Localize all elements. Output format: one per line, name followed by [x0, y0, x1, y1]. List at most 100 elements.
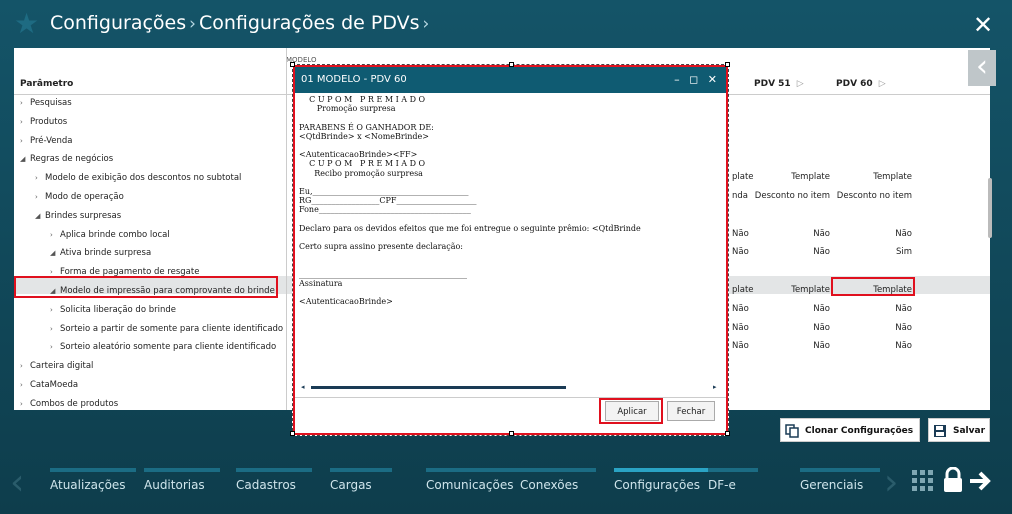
cell-value-pdv51[interactable]: Não: [744, 229, 830, 239]
cell-value-pdv60[interactable]: Desconto no item: [828, 191, 912, 201]
expand-toggle-icon[interactable]: ›: [50, 301, 60, 319]
tree-item[interactable]: › CataMoeda: [14, 376, 286, 394]
expand-toggle-icon[interactable]: ◢: [35, 207, 45, 225]
tab-atualizações[interactable]: Atualizações: [50, 468, 136, 498]
tree-item[interactable]: ◢ Brindes surpresas: [14, 207, 286, 225]
tree-item[interactable]: › Sorteio a partir de somente para client…: [14, 320, 286, 338]
tab-label: Cadastros: [236, 478, 296, 492]
parameter-tree: › Pesquisas › Produtos › Pré-Venda ◢ Regras de …: [14, 94, 286, 408]
star-icon[interactable]: ★: [14, 9, 44, 39]
tab-label: Comunicações: [426, 478, 514, 492]
cell-value-pdv60[interactable]: Sim: [828, 247, 912, 257]
breadcrumb-item-pdvs[interactable]: Configurações de PDVs: [199, 12, 420, 34]
tab-indicator: [50, 468, 136, 472]
tab-label: Conexões: [520, 478, 579, 492]
grid-icon[interactable]: [912, 470, 934, 495]
breadcrumb-item-configuracoes[interactable]: Configurações: [50, 12, 186, 34]
tree-item[interactable]: ◢ Regras de negócios: [14, 150, 286, 168]
column-divider: [286, 48, 287, 410]
resize-handle[interactable]: [290, 62, 295, 67]
tab-cadastros[interactable]: Cadastros: [236, 468, 312, 498]
expand-toggle-icon[interactable]: ◢: [50, 244, 60, 262]
breadcrumb-separator: ›: [422, 14, 430, 34]
tree-item[interactable]: › Solicita liberação do brinde: [14, 301, 286, 319]
resize-handle[interactable]: [290, 431, 295, 436]
expand-toggle-icon[interactable]: ›: [20, 113, 30, 131]
vertical-scrollbar[interactable]: [988, 178, 992, 238]
arrow-right-icon[interactable]: [968, 470, 994, 495]
cell-value-pdv60[interactable]: Template: [828, 172, 912, 182]
app-window: ★ Configurações › Configurações de PDVs › ✕…: [0, 0, 1012, 514]
cell-value-pdv60[interactable]: Não: [828, 323, 912, 333]
tree-item[interactable]: › Sorteio aleatório somente para cliente …: [14, 338, 286, 356]
tree-item[interactable]: ◢ Ativa brinde surpresa: [14, 244, 286, 262]
tree-item-label: Pré-Venda: [30, 135, 73, 146]
back-arrow-icon[interactable]: ‹: [968, 50, 996, 86]
tab-df-e[interactable]: DF-e: [708, 468, 758, 498]
tree-item[interactable]: › Modelo de exibição dos descontos no sub…: [14, 169, 286, 187]
column-expand-icon[interactable]: ▷: [797, 79, 804, 89]
cell-value-pdv60[interactable]: Não: [828, 229, 912, 239]
tab-indicator: [236, 468, 312, 472]
tree-item-label: CataMoeda: [30, 380, 79, 390]
expand-toggle-icon[interactable]: ›: [50, 338, 60, 356]
clone-configs-button[interactable]: Clonar Configurações: [780, 418, 920, 442]
tree-item[interactable]: › Produtos: [14, 113, 286, 131]
expand-toggle-icon[interactable]: ›: [20, 94, 30, 112]
tab-label: Atualizações: [50, 478, 126, 492]
cell-value-pdv51[interactable]: Template: [744, 285, 830, 295]
resize-handle[interactable]: [725, 431, 730, 436]
cell-value-pdv51[interactable]: Desconto no item: [744, 191, 830, 201]
highlight-box-value: [831, 277, 915, 296]
tab-auditorias[interactable]: Auditorias: [144, 468, 220, 498]
cell-value-pdv51[interactable]: Não: [744, 247, 830, 257]
highlight-box-apply: [599, 398, 663, 424]
tree-item[interactable]: › Pesquisas: [14, 94, 286, 112]
cell-value-pdv51[interactable]: Não: [744, 323, 830, 333]
tree-item-label: Regras de negócios: [30, 154, 114, 165]
tab-indicator: [426, 468, 526, 472]
tree-item[interactable]: › Aplica brinde combo local: [14, 226, 286, 244]
resize-handle[interactable]: [509, 62, 514, 67]
expand-toggle-icon[interactable]: ◢: [20, 150, 30, 168]
tree-item-label: Modelo de exibição dos descontos no subt…: [45, 173, 242, 184]
cell-value-pdv51[interactable]: Não: [744, 341, 830, 351]
expand-toggle-icon[interactable]: ›: [20, 132, 30, 150]
tab-configurações[interactable]: Configurações: [614, 468, 712, 498]
tabs-next-icon[interactable]: ›: [884, 465, 898, 501]
clone-label: Clonar Configurações: [805, 426, 914, 436]
save-button[interactable]: Salvar: [928, 418, 990, 442]
tree-item-label: Pesquisas: [30, 98, 72, 108]
tree-item[interactable]: › Carteira digital: [14, 357, 286, 375]
tab-cargas[interactable]: Cargas: [330, 468, 392, 498]
tree-item-label: Combos de produtos: [30, 398, 119, 408]
resize-handle[interactable]: [509, 431, 514, 436]
close-icon[interactable]: ✕: [970, 12, 996, 38]
column-expand-icon[interactable]: ▷: [879, 79, 886, 89]
resize-handle[interactable]: [725, 62, 730, 67]
column-header-pdv60[interactable]: PDV 60 ▷: [836, 79, 886, 89]
tab-gerenciais[interactable]: Gerenciais: [800, 468, 880, 498]
tree-item[interactable]: › Pré-Venda: [14, 132, 286, 150]
lock-icon[interactable]: [942, 466, 964, 496]
tab-label: Gerenciais: [800, 478, 864, 492]
expand-toggle-icon[interactable]: ›: [20, 395, 30, 408]
expand-toggle-icon[interactable]: ›: [20, 376, 30, 394]
tabs-prev-icon[interactable]: ‹: [10, 465, 24, 501]
tab-comunicações[interactable]: Comunicações: [426, 468, 526, 498]
tree-item[interactable]: › Modo de operação: [14, 188, 286, 206]
expand-toggle-icon[interactable]: ›: [50, 320, 60, 338]
tab-conexões[interactable]: Conexões: [520, 468, 596, 498]
expand-toggle-icon[interactable]: ›: [35, 169, 45, 187]
cell-value-pdv51[interactable]: Não: [744, 304, 830, 314]
cell-value-pdv51[interactable]: Template: [744, 172, 830, 182]
expand-toggle-icon[interactable]: ›: [50, 226, 60, 244]
cell-value-pdv60[interactable]: Não: [828, 304, 912, 314]
column-header-pdv51[interactable]: PDV 51 ▷: [754, 79, 804, 89]
expand-toggle-icon[interactable]: ›: [35, 188, 45, 206]
tab-indicator: [520, 468, 596, 472]
tree-item[interactable]: › Combos de produtos: [14, 395, 286, 408]
highlight-box-param: [14, 276, 278, 298]
expand-toggle-icon[interactable]: ›: [20, 357, 30, 375]
cell-value-pdv60[interactable]: Não: [828, 341, 912, 351]
